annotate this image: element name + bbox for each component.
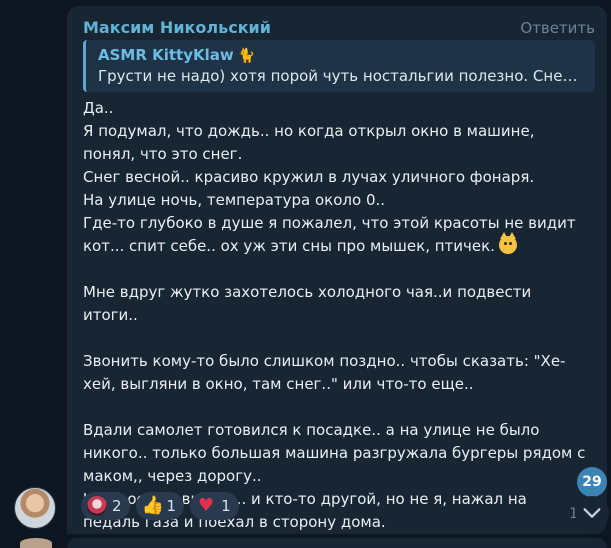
unread-count-badge[interactable]: 29: [577, 467, 607, 497]
next-sender-avatar[interactable]: [20, 538, 52, 548]
thumbs-up-icon: 👍: [141, 495, 164, 516]
sender-avatar[interactable]: [14, 487, 56, 529]
message-line: Где-то глубоко в душе я пожалел, что это…: [83, 212, 588, 258]
message-line: Мне вдруг жутко захотелось холодного чая…: [83, 283, 532, 324]
reaction-count: 2: [112, 497, 122, 515]
message-line: Да..: [83, 99, 114, 117]
reaction-count: 1: [221, 497, 231, 515]
cat-face-icon: [498, 232, 517, 254]
reply-quote[interactable]: ASMR KittyKlaw 🐈 Грусти не надо) хотя пор…: [83, 40, 595, 92]
message-line: Звонить кому-то было слишком поздно.. чт…: [83, 352, 566, 393]
reactions-bar: 2 👍 1 ♥ 1: [81, 492, 239, 520]
chevron-down-icon: [583, 508, 601, 518]
message-line: Я подумал, что дождь.. но когда открыл о…: [83, 122, 535, 163]
heart-icon: ♥: [198, 495, 215, 516]
quote-author: ASMR KittyKlaw 🐈: [98, 46, 585, 64]
reaction-avatar[interactable]: 2: [81, 492, 130, 520]
sender-name[interactable]: Максим Никольский: [83, 18, 271, 37]
avatar-reaction-icon: [87, 496, 107, 516]
next-message-bubble: [67, 538, 607, 548]
message-bubble: Максим Никольский Ответить ASMR KittyKla…: [67, 6, 607, 534]
cat-icon: 🐈: [237, 48, 256, 64]
message-line: Вдали самолет готовился к посадке.. а на…: [83, 421, 586, 485]
reaction-count: 1: [166, 497, 177, 515]
reply-button[interactable]: Ответить: [520, 19, 595, 37]
message-line: Снег весной.. красиво кружил в лучах ули…: [83, 168, 535, 186]
message-text: Да.. Я подумал, что дождь.. но когда отк…: [83, 97, 588, 534]
scroll-down-button[interactable]: [575, 496, 609, 530]
reaction-heart[interactable]: ♥ 1: [190, 492, 239, 520]
quote-text: Грусти не надо) хотя порой чуть ностальг…: [98, 67, 585, 85]
message-line: На улице ночь, температура около 0..: [83, 191, 386, 209]
reaction-thumbs-up[interactable]: 👍 1: [135, 492, 185, 520]
quote-author-name: ASMR KittyKlaw: [98, 46, 234, 64]
